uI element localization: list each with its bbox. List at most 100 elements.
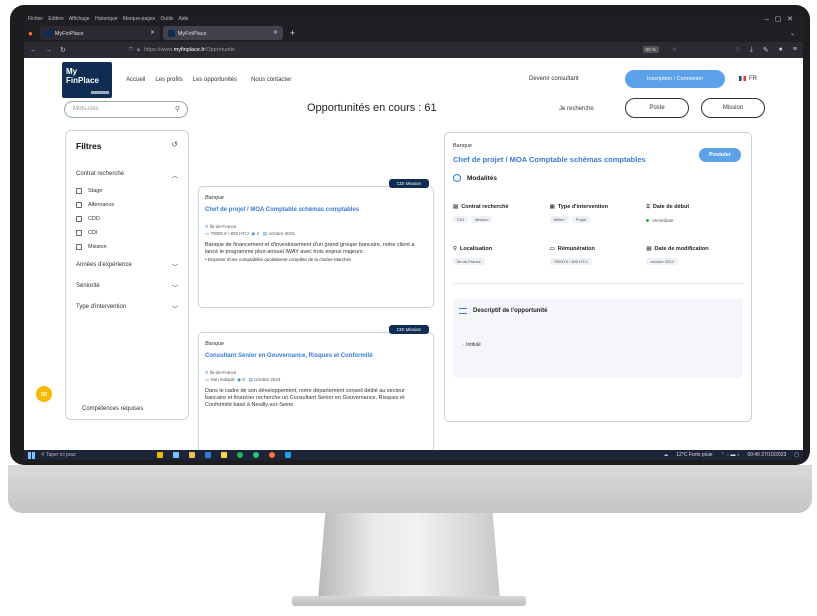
tray-icons[interactable]: ⌃ ◌ ▬ ♪	[721, 452, 740, 458]
pocket-icon[interactable]: ◌	[736, 46, 740, 54]
windows-start-icon[interactable]	[28, 451, 35, 459]
menu-tools[interactable]: Outils	[161, 16, 174, 22]
apply-button[interactable]: Postuler	[699, 148, 741, 162]
card-meta: ⚲ Île-de-France ▭ Non indiqué ◉ 9 ▤ octo…	[205, 369, 427, 383]
menu-view[interactable]: Affichage	[69, 16, 90, 22]
menu-file[interactable]: Fichier	[28, 16, 43, 22]
clock-date: 27/10/2023	[761, 452, 787, 458]
filter-poste-button[interactable]: Poste	[625, 98, 689, 118]
edge-icon[interactable]	[253, 452, 259, 458]
look-for-label: Je recherche	[559, 106, 594, 112]
field-label: Rémunération	[557, 246, 595, 252]
site-header: My FinPlace Accueil Les profils Les oppo…	[24, 58, 803, 102]
location-icon: ⚲	[205, 370, 209, 375]
language-selector[interactable]: FR	[739, 76, 757, 82]
filter-skills[interactable]: Compétences requises	[82, 406, 143, 412]
checkbox-mission[interactable]: Mission	[76, 244, 178, 250]
app-icon[interactable]	[221, 452, 227, 458]
checkbox-alternance[interactable]: Alternance	[76, 202, 178, 208]
back-icon[interactable]: ←	[30, 47, 37, 54]
profile-icon[interactable]: ●	[779, 46, 783, 54]
vscode-icon[interactable]	[285, 452, 291, 458]
taskbar-search[interactable]: ⚲ Taper ici pour	[41, 452, 141, 458]
nav-contact[interactable]: Nous contacter	[251, 77, 291, 83]
menu-edit[interactable]: Edition	[48, 16, 63, 22]
chevron-up-icon: ︿	[171, 174, 178, 180]
spotify-icon[interactable]	[237, 452, 243, 458]
checkbox-label: CDD	[88, 216, 100, 222]
zoom-level[interactable]: 90 %	[642, 45, 659, 53]
chat-widget-icon[interactable]: ✉	[36, 386, 52, 402]
field-label: Localisation	[460, 246, 493, 252]
monitor-chin	[8, 465, 812, 513]
search-icon[interactable]: ⚲	[175, 105, 180, 113]
filter-seniority[interactable]: Séniorité ﹀	[76, 283, 178, 292]
widget-icon[interactable]	[157, 452, 163, 458]
keyword-search-input[interactable]: Mots-clés ⚲	[64, 101, 188, 118]
firefox-icon[interactable]: ●	[28, 29, 33, 38]
signup-login-button[interactable]: Inscription / Connexion	[625, 70, 725, 88]
notification-icon[interactable]: ▢	[794, 452, 799, 458]
clock[interactable]: 00:40 27/10/2023	[747, 452, 786, 458]
checkbox-cdd[interactable]: CDD	[76, 216, 178, 222]
explorer-icon[interactable]	[189, 452, 195, 458]
reload-icon[interactable]: ↻	[60, 46, 66, 54]
field-modified-date: ▤ Date de modification octobre 2023	[646, 246, 743, 265]
tab-myfinplace-2[interactable]: MyFinPlace ✕	[162, 26, 283, 40]
filter-mission-button[interactable]: Mission	[701, 98, 765, 118]
logo-bar	[91, 91, 109, 94]
store-icon[interactable]	[205, 452, 211, 458]
navigation-bar: ← → ↻ ⛉ 🔒︎ https://www.myfinplace.fr/Opp…	[24, 42, 803, 58]
field-intervention: ▣ Type d'intervention Métier Projet	[549, 204, 647, 224]
new-tab-button[interactable]: +	[290, 28, 295, 38]
monitor-base	[292, 596, 526, 606]
firefox-icon[interactable]	[269, 452, 275, 458]
address-bar[interactable]: ⛉ 🔒︎ https://www.myfinplace.fr/Opportuni…	[128, 44, 699, 56]
calendar-icon: ▤	[262, 231, 268, 236]
checkbox-icon	[76, 202, 82, 208]
download-icon[interactable]: ⤓	[750, 46, 753, 54]
window-controls[interactable]: – ▢ ✕	[765, 15, 793, 23]
menu-history[interactable]: Historique	[95, 16, 118, 22]
nav-home[interactable]: Accueil	[126, 77, 145, 83]
filter-contract[interactable]: Contrat recherché ︿	[76, 171, 178, 180]
status-dot-icon	[646, 219, 650, 223]
close-icon[interactable]: ✕	[273, 30, 278, 36]
logo-text-finplace: FinPlace	[66, 76, 99, 85]
checkbox-stage[interactable]: Stage	[76, 188, 178, 194]
card-title[interactable]: Consultant Senior en Gouvernance, Risque…	[205, 353, 427, 359]
filter-intervention[interactable]: Type d'intervention ﹀	[76, 304, 178, 313]
opportunity-card[interactable]: CDI Mission Banque Chef de projet / MOA …	[198, 179, 434, 308]
calendar-icon: ▤	[646, 246, 652, 252]
filter-experience[interactable]: Années d'expérience ﹀	[76, 262, 178, 271]
chevron-down-icon[interactable]: ⌄	[790, 30, 795, 37]
forward-icon[interactable]: →	[45, 47, 52, 54]
menu-bookmarks[interactable]: Marque-pages	[123, 16, 155, 22]
eye-icon: ◉	[251, 231, 256, 236]
card-date: octobre 2023	[254, 377, 281, 382]
card-count: 9	[242, 377, 245, 382]
close-icon[interactable]: ✕	[150, 30, 155, 36]
myfinplace-logo[interactable]: My FinPlace	[62, 62, 112, 98]
nav-profiles[interactable]: Les profils	[155, 77, 182, 83]
salary-icon: ▭	[205, 377, 210, 382]
field-start-date: ⌛︎ Date de début Immédiate	[646, 204, 743, 224]
extension-icon[interactable]: ✎	[763, 46, 769, 54]
opportunity-card[interactable]: CDI Mission Banque Consultant Senior en …	[198, 325, 434, 452]
field-contract: ▤ Contrat recherché CDI Mission	[453, 204, 550, 224]
card-salary: Non indiqué	[210, 377, 235, 382]
tab-myfinplace-1[interactable]: MyFinPlace ✕	[39, 26, 160, 40]
chip: Immédiate	[652, 218, 674, 223]
become-consultant-link[interactable]: Devenir consultant	[529, 76, 579, 82]
task-view-icon[interactable]	[173, 452, 179, 458]
reset-icon[interactable]: ↺	[171, 140, 178, 149]
star-icon[interactable]: ☆	[672, 47, 677, 53]
card-title[interactable]: Chef de projet / MOA Comptable schémas c…	[205, 207, 427, 213]
description-title: Descriptif de l'opportunité	[473, 308, 548, 314]
nav-opportunities[interactable]: Les opportunités	[193, 77, 237, 83]
checkbox-cdi[interactable]: CDI	[76, 230, 178, 236]
menu-icon[interactable]: ≡	[793, 46, 797, 54]
weather-text[interactable]: 12°C Forte pluie	[676, 452, 712, 458]
filters-panel: Filtres ↺ Contrat recherché ︿ Stage Alter…	[65, 130, 189, 420]
menu-help[interactable]: Aide	[178, 16, 188, 22]
